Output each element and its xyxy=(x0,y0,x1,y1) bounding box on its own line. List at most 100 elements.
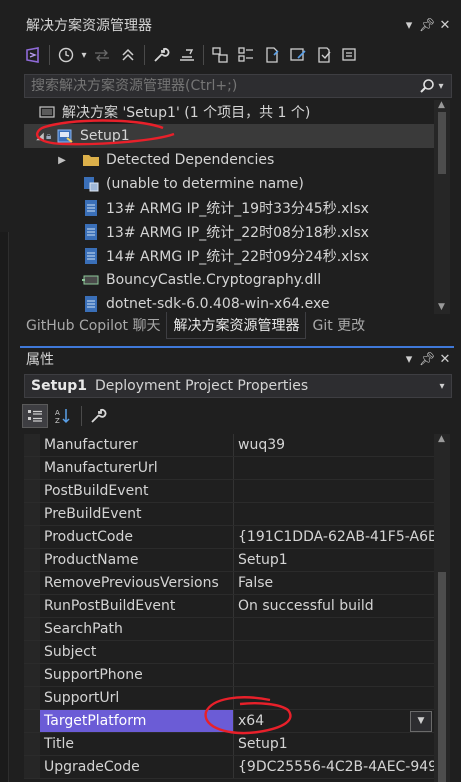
scroll-up-arrow-icon[interactable]: ▲ xyxy=(438,100,445,110)
tab-git-changes[interactable]: Git 更改 xyxy=(306,312,371,338)
property-value[interactable]: wuq39 xyxy=(234,434,434,456)
chevron-down-icon[interactable]: ▾ xyxy=(79,50,89,61)
property-value[interactable]: On successful build xyxy=(234,595,434,617)
tree-row-dll[interactable]: BouncyCastle.Cryptography.dll xyxy=(24,268,434,292)
toolbar-separator xyxy=(203,45,204,65)
solution-explorer-title: 解决方案资源管理器 xyxy=(26,18,152,34)
tree-label: 13# ARMG IP_统计_22时08分18秒.xlsx xyxy=(106,225,369,241)
property-row-upgradecode[interactable]: UpgradeCode {9DC25556-4C2B-4AEC-949 xyxy=(24,756,434,779)
user-interface-editor-icon[interactable] xyxy=(285,42,311,68)
property-value[interactable] xyxy=(234,641,434,663)
tree-row-file[interactable]: 13# ARMG IP_统计_19时33分45秒.xlsx xyxy=(24,196,434,220)
property-row-postbuildevent[interactable]: PostBuildEvent xyxy=(24,480,434,503)
file-system-editor-icon[interactable] xyxy=(207,42,233,68)
property-row-productname[interactable]: ProductName Setup1 xyxy=(24,549,434,572)
tree-label: 13# ARMG IP_统计_19时33分45秒.xlsx xyxy=(106,201,369,217)
registry-editor-icon[interactable] xyxy=(233,42,259,68)
folder-icon xyxy=(82,151,100,169)
property-grid-scrollbar[interactable]: ▲ xyxy=(434,434,450,782)
svg-text:Z: Z xyxy=(55,417,60,425)
object-name: Setup1 xyxy=(31,378,87,394)
property-row-runpostbuildevent[interactable]: RunPostBuildEvent On successful build xyxy=(24,595,434,618)
properties-object-selector[interactable]: Setup1 Deployment Project Properties ▾ xyxy=(24,374,452,398)
custom-actions-editor-icon[interactable] xyxy=(311,42,337,68)
launch-conditions-editor-icon[interactable] xyxy=(337,42,363,68)
chevron-down-icon[interactable]: ▾ xyxy=(433,381,451,392)
solution-explorer-search-box[interactable]: ▾ xyxy=(24,74,452,98)
property-name: PostBuildEvent xyxy=(40,480,234,502)
property-row-removepreviousversions[interactable]: RemovePreviousVersions False xyxy=(24,572,434,595)
tree-row-unnamed-assembly[interactable]: (unable to determine name) xyxy=(24,172,434,196)
property-value[interactable] xyxy=(234,664,434,686)
alphabetical-sort-icon[interactable]: AZ xyxy=(50,404,76,428)
annotation-circle-x64 xyxy=(204,696,292,735)
close-icon[interactable]: ✕ xyxy=(436,18,454,33)
property-row-prebuildevent[interactable]: PreBuildEvent xyxy=(24,503,434,526)
toolbar-separator xyxy=(49,45,50,65)
sync-arrows-icon[interactable] xyxy=(89,42,115,68)
vs-switch-views-icon[interactable] xyxy=(20,42,46,68)
property-value[interactable]: {9DC25556-4C2B-4AEC-949 xyxy=(234,756,434,778)
scroll-down-arrow-icon[interactable]: ▼ xyxy=(438,302,445,312)
search-input[interactable] xyxy=(25,77,413,95)
property-value[interactable] xyxy=(234,618,434,640)
dropdown-icon[interactable]: ▾ xyxy=(400,18,418,33)
file-icon xyxy=(82,295,100,313)
tree-label: BouncyCastle.Cryptography.dll xyxy=(106,272,322,288)
property-value[interactable] xyxy=(234,480,434,502)
property-pages-wrench-icon[interactable] xyxy=(85,404,111,428)
bottom-tab-strip: GitHub Copilot 聊天 解决方案资源管理器 Git 更改 xyxy=(20,311,454,339)
tab-github-copilot-chat[interactable]: GitHub Copilot 聊天 xyxy=(20,312,166,338)
property-value[interactable]: False xyxy=(234,572,434,594)
property-value[interactable]: {191C1DDA-62AB-41F5-A6B xyxy=(234,526,434,548)
tab-solution-explorer[interactable]: 解决方案资源管理器 xyxy=(166,311,307,339)
property-row-supportphone[interactable]: SupportPhone xyxy=(24,664,434,687)
tree-row-file[interactable]: 14# ARMG IP_统计_22时09分24秒.xlsx xyxy=(24,244,434,268)
tree-label: (unable to determine name) xyxy=(106,176,304,192)
scroll-thumb[interactable] xyxy=(438,112,446,174)
dropdown-icon[interactable]: ▾ xyxy=(400,352,418,367)
property-value[interactable]: Setup1 xyxy=(234,549,434,571)
chevron-down-icon[interactable]: ▼ xyxy=(410,710,432,732)
property-row-productcode[interactable]: ProductCode {191C1DDA-62AB-41F5-A6B xyxy=(24,526,434,549)
assembly-icon xyxy=(82,175,100,193)
tree-label: Detected Dependencies xyxy=(106,152,275,168)
scroll-up-arrow-icon[interactable]: ▲ xyxy=(438,434,445,444)
tree-label: 14# ARMG IP_统计_22时09分24秒.xlsx xyxy=(106,249,369,265)
close-icon[interactable]: ✕ xyxy=(436,352,454,367)
property-name: SearchPath xyxy=(40,618,234,640)
property-name: UpgradeCode xyxy=(40,756,234,778)
property-row-manufacturerurl[interactable]: ManufacturerUrl xyxy=(24,457,434,480)
pin-icon[interactable]: 📌︎ xyxy=(418,352,436,367)
file-types-editor-icon[interactable] xyxy=(259,42,285,68)
properties-title: 属性 xyxy=(26,352,54,368)
property-value[interactable] xyxy=(234,503,434,525)
property-name: SupportPhone xyxy=(40,664,234,686)
property-row-searchpath[interactable]: SearchPath xyxy=(24,618,434,641)
pin-icon[interactable]: 📌︎ xyxy=(418,18,436,33)
search-icon[interactable] xyxy=(419,78,435,94)
collapse-all-icon[interactable] xyxy=(115,42,141,68)
property-row-manufacturer[interactable]: Manufacturer wuq39 xyxy=(24,434,434,457)
categorized-view-icon[interactable] xyxy=(22,404,48,428)
search-options-chevron-icon[interactable]: ▾ xyxy=(435,81,447,92)
tree-row-file[interactable]: 13# ARMG IP_统计_22时08分18秒.xlsx xyxy=(24,220,434,244)
wrench-icon[interactable] xyxy=(148,42,174,68)
file-icon xyxy=(82,223,100,241)
solution-tree-scrollbar[interactable]: ▲ ▼ xyxy=(434,100,450,314)
scroll-thumb[interactable] xyxy=(438,572,446,782)
property-row-subject[interactable]: Subject xyxy=(24,641,434,664)
tree-row-detected-dependencies[interactable]: ▶ Detected Dependencies xyxy=(24,148,434,172)
svg-text:A: A xyxy=(55,409,60,417)
property-name: PreBuildEvent xyxy=(40,503,234,525)
property-name: Subject xyxy=(40,641,234,663)
toolbar-separator xyxy=(144,45,145,65)
property-name: RunPostBuildEvent xyxy=(40,595,234,617)
collapsed-triangle-icon[interactable]: ▶ xyxy=(56,155,68,166)
solution-explorer-toolbar: ▾ xyxy=(20,40,454,70)
property-name: ProductName xyxy=(40,549,234,571)
property-value[interactable] xyxy=(234,457,434,479)
properties-titlebar: 属性 ▾ 📌︎ ✕ xyxy=(20,348,454,370)
show-all-files-icon[interactable] xyxy=(174,42,200,68)
history-icon[interactable] xyxy=(53,42,79,68)
